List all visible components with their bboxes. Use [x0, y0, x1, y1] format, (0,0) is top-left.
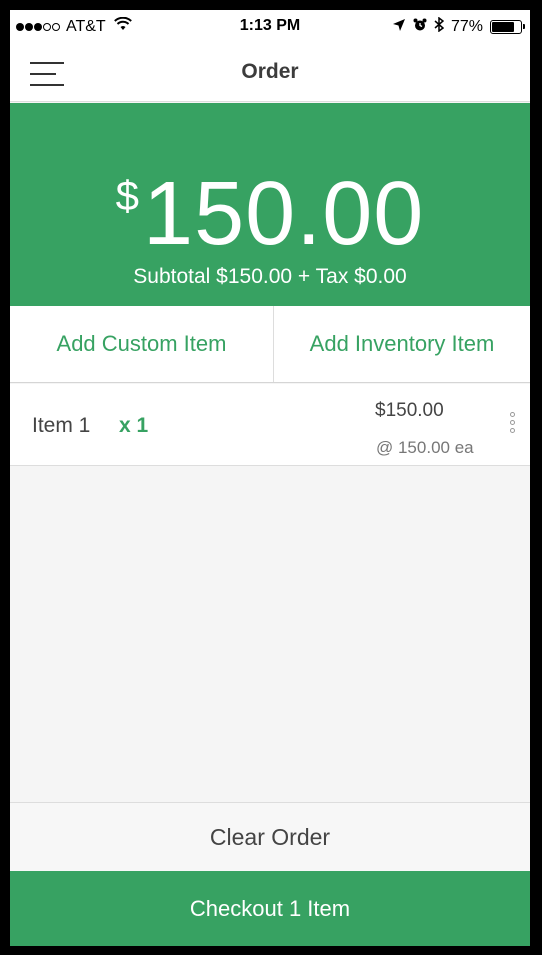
- status-bar: AT&T 1:13 PM 77%: [10, 10, 530, 44]
- subtotal-tax-text: Subtotal $150.00 + Tax $0.00: [133, 265, 407, 288]
- add-custom-item-button[interactable]: Add Custom Item: [10, 306, 274, 382]
- nav-bar: Order: [10, 44, 530, 102]
- item-name: Item 1: [32, 414, 91, 437]
- alarm-icon: [413, 18, 427, 37]
- item-total-price: $150.00: [375, 400, 444, 421]
- status-right: 77%: [392, 16, 525, 37]
- battery-icon: [490, 20, 525, 34]
- list-item[interactable]: Item 1 x 1 $150.00 @ 150.00 ea: [10, 384, 530, 466]
- more-options-icon[interactable]: [508, 412, 518, 440]
- page-title: Order: [241, 60, 299, 83]
- app-screen: AT&T 1:13 PM 77% Order $150.00 Subtotal …: [10, 10, 530, 946]
- bluetooth-icon: [434, 16, 445, 37]
- location-arrow-icon: [392, 18, 406, 37]
- add-inventory-item-button[interactable]: Add Inventory Item: [274, 306, 530, 382]
- add-item-actions: Add Custom Item Add Inventory Item: [10, 306, 530, 383]
- order-total: $150.00: [10, 169, 530, 259]
- order-total-panel: $150.00 Subtotal $150.00 + Tax $0.00: [10, 103, 530, 306]
- total-amount: 150.00: [143, 164, 425, 264]
- item-quantity: x 1: [119, 414, 149, 437]
- checkout-button[interactable]: Checkout 1 Item: [10, 871, 530, 946]
- currency-symbol: $: [115, 172, 140, 219]
- battery-fill: [492, 22, 514, 32]
- item-unit-price: @ 150.00 ea: [376, 438, 474, 457]
- battery-percent: 77%: [450, 18, 483, 35]
- clear-order-button[interactable]: Clear Order: [10, 802, 530, 871]
- order-item-list: Item 1 x 1 $150.00 @ 150.00 ea: [10, 384, 530, 466]
